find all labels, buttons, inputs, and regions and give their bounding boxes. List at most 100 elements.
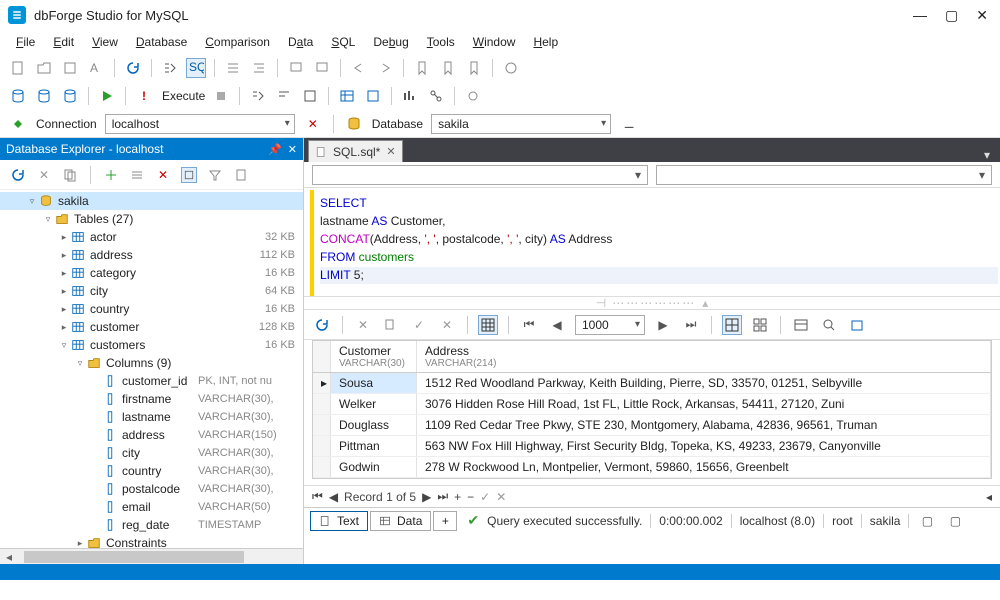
column-header-address[interactable]: AddressVARCHAR(214) — [417, 341, 991, 372]
results-copy-icon[interactable] — [381, 315, 401, 335]
database-dropdown[interactable]: sakila — [431, 114, 611, 134]
menu-comparison[interactable]: Comparison — [197, 32, 278, 52]
minimize-button[interactable]: — — [913, 7, 927, 24]
table-row[interactable]: Douglass1109 Red Cedar Tree Pkwy, STE 23… — [313, 415, 991, 436]
tree-column-node[interactable]: emailVARCHAR(50) — [0, 498, 303, 516]
outdent-button[interactable] — [249, 58, 269, 78]
row-selector-header[interactable] — [313, 341, 331, 372]
pager-last[interactable]: ⏭ — [437, 489, 448, 504]
tree-tables-folder[interactable]: ▿Tables (27) — [0, 210, 303, 228]
exec-to-cursor-button[interactable] — [274, 86, 294, 106]
connection-icon[interactable] — [8, 114, 28, 134]
bookmark-button[interactable] — [412, 58, 432, 78]
status-tab-data[interactable]: Data — [370, 511, 431, 531]
explorer-expand-icon[interactable] — [129, 167, 145, 183]
nav-first-icon[interactable]: ⏮ — [519, 315, 539, 335]
pager-prev[interactable]: ◀ — [329, 490, 338, 504]
menu-sql[interactable]: SQL — [323, 32, 363, 52]
tree-column-node[interactable]: lastnameVARCHAR(30), — [0, 408, 303, 426]
exec-current-button[interactable] — [248, 86, 268, 106]
tab-sql[interactable]: SQL.sql* ✕ — [308, 140, 403, 162]
view-grid-icon[interactable] — [722, 315, 742, 335]
explorer-scrollbar[interactable]: ◂ — [0, 548, 303, 564]
splitter[interactable]: ⊣⋯⋯⋯⋯⋯⋯▴ — [304, 296, 1000, 310]
find-icon[interactable] — [819, 315, 839, 335]
step-button[interactable] — [160, 58, 180, 78]
explorer-refresh-icon[interactable] — [10, 167, 26, 183]
pager-scroll-left[interactable]: ◂ — [986, 490, 992, 504]
stop-button[interactable] — [211, 86, 231, 106]
status-restore-icon[interactable]: ▢ — [945, 511, 965, 531]
pager-first[interactable]: ⏮ — [312, 489, 323, 504]
execute-icon[interactable]: ! — [134, 86, 154, 106]
tree-db-node[interactable]: ▿sakila — [0, 192, 303, 210]
results-cancel-icon[interactable]: ✕ — [353, 315, 373, 335]
table-row[interactable]: ▸Sousa1512 Red Woodland Parkway, Keith B… — [313, 373, 991, 394]
view-card-icon[interactable] — [750, 315, 770, 335]
results-refresh-icon[interactable] — [312, 315, 332, 335]
results-cancel2-icon[interactable]: ✕ — [437, 315, 457, 335]
uncomment-button[interactable] — [312, 58, 332, 78]
save-button[interactable] — [60, 58, 80, 78]
export-icon[interactable] — [847, 315, 867, 335]
tab-close-icon[interactable]: ✕ — [386, 145, 395, 158]
new-button[interactable] — [8, 58, 28, 78]
column-header-customer[interactable]: CustomerVARCHAR(30) — [331, 341, 417, 372]
page-size-combo[interactable]: 1000 — [575, 315, 645, 335]
status-tab-add[interactable]: + — [433, 511, 457, 531]
plan-button[interactable] — [426, 86, 446, 106]
db-button-2[interactable] — [34, 86, 54, 106]
nav-last-icon[interactable]: ⏭ — [681, 315, 701, 335]
db-button-3[interactable] — [60, 86, 80, 106]
next-bookmark-button[interactable] — [438, 58, 458, 78]
profile-button[interactable] — [400, 86, 420, 106]
explorer-collapse-icon[interactable]: ✕ — [155, 167, 171, 183]
results-check-icon[interactable]: ✓ — [409, 315, 429, 335]
comment-button[interactable] — [286, 58, 306, 78]
connection-dropdown[interactable]: localhost — [105, 114, 295, 134]
object-combo-2[interactable] — [656, 165, 992, 185]
table-row[interactable]: Pittman563 NW Fox Hill Highway, First Se… — [313, 436, 991, 457]
grid-view-button[interactable] — [337, 86, 357, 106]
explorer-script-icon[interactable] — [233, 167, 249, 183]
menu-window[interactable]: Window — [465, 32, 524, 52]
tree-table-node[interactable]: ▸customer128 KB — [0, 318, 303, 336]
sql-editor[interactable]: SELECT lastname AS Customer, CONCAT(Addr… — [310, 190, 998, 296]
tab-overflow-button[interactable]: ▾ — [974, 148, 1000, 162]
misc-button[interactable] — [501, 58, 521, 78]
tree-column-node[interactable]: reg_dateTIMESTAMP — [0, 516, 303, 534]
explorer-close-button[interactable]: ✕ — [288, 143, 297, 156]
pager-next[interactable]: ▶ — [422, 490, 431, 504]
disconnect-button[interactable]: ✕ — [303, 114, 323, 134]
pager-remove[interactable]: − — [467, 490, 474, 504]
undo-button[interactable] — [349, 58, 369, 78]
tree-column-node[interactable]: firstnameVARCHAR(30), — [0, 390, 303, 408]
settings-button[interactable] — [463, 86, 483, 106]
tree-table-node[interactable]: ▸city64 KB — [0, 282, 303, 300]
tree-table-node[interactable]: ▸category16 KB — [0, 264, 303, 282]
explorer-filter-icon[interactable] — [207, 167, 223, 183]
status-maximize-icon[interactable]: ▢ — [917, 511, 937, 531]
pager-add[interactable]: + — [454, 490, 461, 504]
tree-constraints-folder[interactable]: ▸Constraints — [0, 534, 303, 548]
table-row[interactable]: Godwin278 W Rockwood Ln, Montpelier, Ver… — [313, 457, 991, 478]
prev-bookmark-button[interactable] — [464, 58, 484, 78]
format-button[interactable]: A — [86, 58, 106, 78]
explorer-pin-button[interactable]: 📌 — [268, 143, 282, 156]
tree-table-node[interactable]: ▸actor32 KB — [0, 228, 303, 246]
status-tab-text[interactable]: Text — [310, 511, 368, 531]
nav-prev-icon[interactable]: ◀ — [547, 315, 567, 335]
close-button[interactable]: ✕ — [976, 7, 988, 24]
menu-file[interactable]: File — [8, 32, 43, 52]
redo-button[interactable] — [375, 58, 395, 78]
tree-table-node[interactable]: ▸country16 KB — [0, 300, 303, 318]
menu-edit[interactable]: Edit — [45, 32, 82, 52]
execute-label[interactable]: Execute — [162, 89, 205, 103]
view-pivot-icon[interactable] — [791, 315, 811, 335]
menu-data[interactable]: Data — [280, 32, 321, 52]
sql-mode-button[interactable]: SQL — [186, 58, 206, 78]
explorer-newconn-icon[interactable] — [103, 167, 119, 183]
grid-button[interactable] — [478, 315, 498, 335]
card-view-button[interactable] — [363, 86, 383, 106]
tree-column-node[interactable]: cityVARCHAR(30), — [0, 444, 303, 462]
